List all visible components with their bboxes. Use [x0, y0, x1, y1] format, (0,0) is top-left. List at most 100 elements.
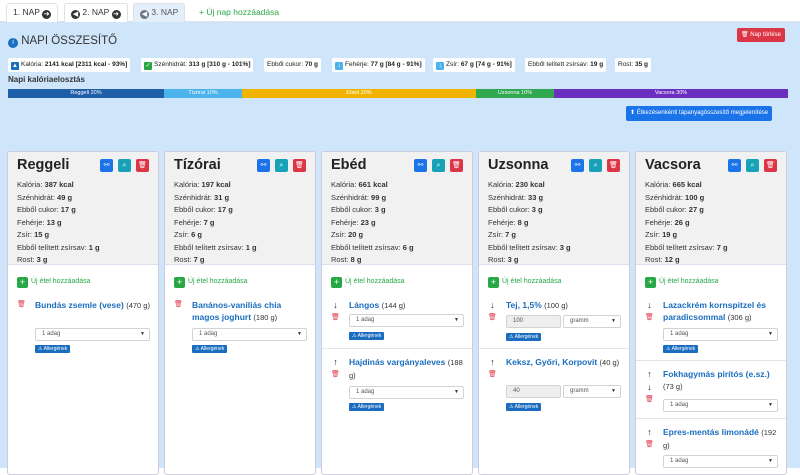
- food-name[interactable]: Lángos (144 g): [349, 299, 467, 312]
- trash-icon[interactable]: 🗑: [645, 395, 654, 405]
- summary-sugar: Ebből cukor: 70 g: [264, 58, 321, 72]
- allergen-badge[interactable]: ⚠ Allergének: [349, 403, 385, 411]
- quantity-input[interactable]: 40: [506, 385, 561, 398]
- search-icon[interactable]: ⌕: [432, 159, 445, 172]
- arrow-down-icon[interactable]: ↓: [645, 300, 654, 310]
- meal-card-header: Vacsora ⚯ ⌕ 🗑 Kalória: 665 kcal Szénhidrát: 1…: [636, 152, 786, 265]
- arrow-up-icon[interactable]: ↑: [331, 357, 340, 367]
- share-icon[interactable]: ⚯: [100, 159, 113, 172]
- arrow-down-icon[interactable]: ↓: [331, 300, 340, 310]
- portion-select[interactable]: 1 adag ▼: [663, 399, 778, 412]
- arrow-up-icon[interactable]: ↑: [645, 369, 654, 379]
- unit-select[interactable]: gramm ▼: [563, 315, 621, 328]
- trash-icon[interactable]: 🗑: [645, 440, 654, 450]
- arrow-down-icon[interactable]: ↓: [488, 300, 497, 310]
- share-icon[interactable]: ⚯: [414, 159, 427, 172]
- trash-icon[interactable]: 🗑: [450, 159, 463, 172]
- nutrient-value: 100 g: [685, 192, 705, 202]
- tab-day-1[interactable]: 1. NAP ➜: [6, 3, 59, 22]
- allergen-badge[interactable]: ⚠ Allergének: [506, 333, 542, 341]
- food-name[interactable]: Fokhagymás pirítós (e.sz.) (73 g): [663, 368, 781, 393]
- trash-icon[interactable]: 🗑: [17, 300, 26, 310]
- nutrient-label: Ebből cukor:: [645, 205, 687, 214]
- quantity-input[interactable]: 100: [506, 315, 561, 328]
- trash-icon[interactable]: 🗑: [764, 159, 777, 172]
- allergen-badge[interactable]: ⚠ Allergének: [35, 345, 71, 353]
- trash-icon[interactable]: 🗑: [645, 313, 654, 323]
- nutrient-label: Fehérje:: [174, 217, 202, 227]
- allergen-badge[interactable]: ⚠ Allergének: [506, 403, 542, 411]
- nutrient-value: 6 g: [191, 230, 202, 239]
- search-icon[interactable]: ⌕: [589, 159, 602, 172]
- search-icon[interactable]: ⌕: [118, 159, 131, 172]
- allergen-badge[interactable]: ⚠ Allergének: [663, 345, 699, 353]
- food-name[interactable]: Hajdinás vargányaleves (188 g): [349, 356, 467, 382]
- trash-icon[interactable]: 🗑: [293, 159, 306, 172]
- share-icon[interactable]: ⚯: [571, 159, 584, 172]
- add-food-button[interactable]: + Új étel hozzáadása: [488, 277, 562, 288]
- share-icon[interactable]: ⚯: [257, 159, 270, 172]
- chevron-down-icon: ▼: [454, 317, 459, 323]
- tab-day-2[interactable]: ◀ 2. NAP ➜: [64, 3, 128, 22]
- meal-nutrient-zsir: Zsír: 6 g: [174, 230, 202, 239]
- meal-nutrient-telitett: Ebből telített zsírsav: 1 g: [17, 243, 100, 252]
- tab-day-3[interactable]: ◀ 3. NAP: [133, 3, 186, 23]
- food-name[interactable]: Banános-vaníliás chia magos joghurt (180…: [192, 299, 310, 324]
- allergen-label: Allergének: [43, 346, 68, 352]
- food-name[interactable]: Keksz, Győri, Korpovit (40 g): [506, 356, 624, 369]
- meal-nutrient-cukor: Ebből cukor: 27 g: [645, 205, 704, 214]
- meal-card: Uzsonna ⚯ ⌕ 🗑 Kalória: 230 kcal Szénhidrát: 3…: [478, 151, 630, 475]
- allergen-badge[interactable]: ⚠ Allergének: [349, 332, 385, 340]
- add-day-link[interactable]: + Új nap hozzáadása: [199, 4, 279, 21]
- trash-icon[interactable]: 🗑: [607, 159, 620, 172]
- share-icon[interactable]: ⚯: [728, 159, 741, 172]
- add-food-label: Új étel hozzáadása: [188, 278, 248, 285]
- arrow-up-icon[interactable]: ↑: [645, 427, 654, 437]
- search-icon[interactable]: ⌕: [275, 159, 288, 172]
- nutrient-label: Kalória:: [645, 180, 671, 189]
- trash-icon[interactable]: 🗑: [488, 370, 497, 380]
- add-food-button[interactable]: + Új étel hozzáadása: [17, 277, 91, 288]
- food-name[interactable]: Tej, 1,5% (100 g): [506, 299, 624, 312]
- nutrient-value: 19 g: [662, 230, 678, 239]
- food-name[interactable]: Lazackrém kornspitzel és paradicsommal (…: [663, 299, 781, 324]
- quantity-value: 100: [513, 318, 524, 324]
- meal-nutrient-telitett: Ebből telített zsírsav: 7 g: [645, 243, 728, 252]
- add-food-button[interactable]: + Új étel hozzáadása: [645, 277, 719, 288]
- tab-day-2-label: 2. NAP: [82, 7, 110, 17]
- trash-icon[interactable]: 🗑: [488, 313, 497, 323]
- meal-nutrient-rost: Rost: 12 g: [645, 255, 680, 264]
- food-name[interactable]: Bundás zsemle (vese) (470 g): [35, 299, 153, 312]
- portion-select[interactable]: 1 adag ▼: [663, 455, 778, 468]
- chevron-down-icon: ▼: [768, 458, 773, 464]
- allergen-badge[interactable]: ⚠ Allergének: [192, 345, 228, 353]
- nutrient-label: Zsír:: [17, 230, 32, 239]
- unit-select[interactable]: gramm ▼: [563, 385, 621, 398]
- add-food-button[interactable]: + Új étel hozzáadása: [174, 277, 248, 288]
- add-food-button[interactable]: + Új étel hozzáadása: [331, 277, 405, 288]
- portion-select[interactable]: 1 adag ▼: [192, 328, 307, 341]
- nutrient-label: Fehérje:: [488, 217, 516, 227]
- portion-select[interactable]: 1 adag ▼: [663, 328, 778, 341]
- meal-nutrient-szenhidrat: Szénhidrát: 99 g: [331, 193, 386, 202]
- meal-title: Vacsora: [645, 157, 701, 173]
- nutrient-label: Fehérje:: [17, 217, 45, 227]
- food-name[interactable]: Epres-mentás limonádé (192 g): [663, 426, 781, 452]
- trash-icon[interactable]: 🗑: [174, 300, 183, 310]
- portion-select[interactable]: 1 adag ▼: [35, 328, 150, 341]
- search-icon[interactable]: ⌕: [746, 159, 759, 172]
- arrow-up-icon[interactable]: ↑: [488, 357, 497, 367]
- nutrient-value: 3 g: [374, 205, 386, 214]
- show-meal-breakdown-button[interactable]: ⬆ Étkezésenkénti tápanyagösszesítő megje…: [626, 106, 773, 121]
- trash-icon[interactable]: 🗑: [331, 313, 340, 323]
- trash-icon[interactable]: 🗑: [331, 370, 340, 380]
- delete-day-button[interactable]: 🗑 Nap törlése: [737, 28, 785, 42]
- food-name-text: Tej, 1,5%: [506, 300, 542, 310]
- portion-select[interactable]: 1 adag ▼: [349, 386, 464, 399]
- trash-icon[interactable]: 🗑: [136, 159, 149, 172]
- portion-select[interactable]: 1 adag ▼: [349, 314, 464, 327]
- nutrient-label: Kalória:: [174, 180, 200, 189]
- nutrient-value: 661 kcal: [358, 180, 388, 189]
- arrow-down-icon[interactable]: ↓: [645, 382, 654, 392]
- plus-icon: +: [17, 277, 28, 288]
